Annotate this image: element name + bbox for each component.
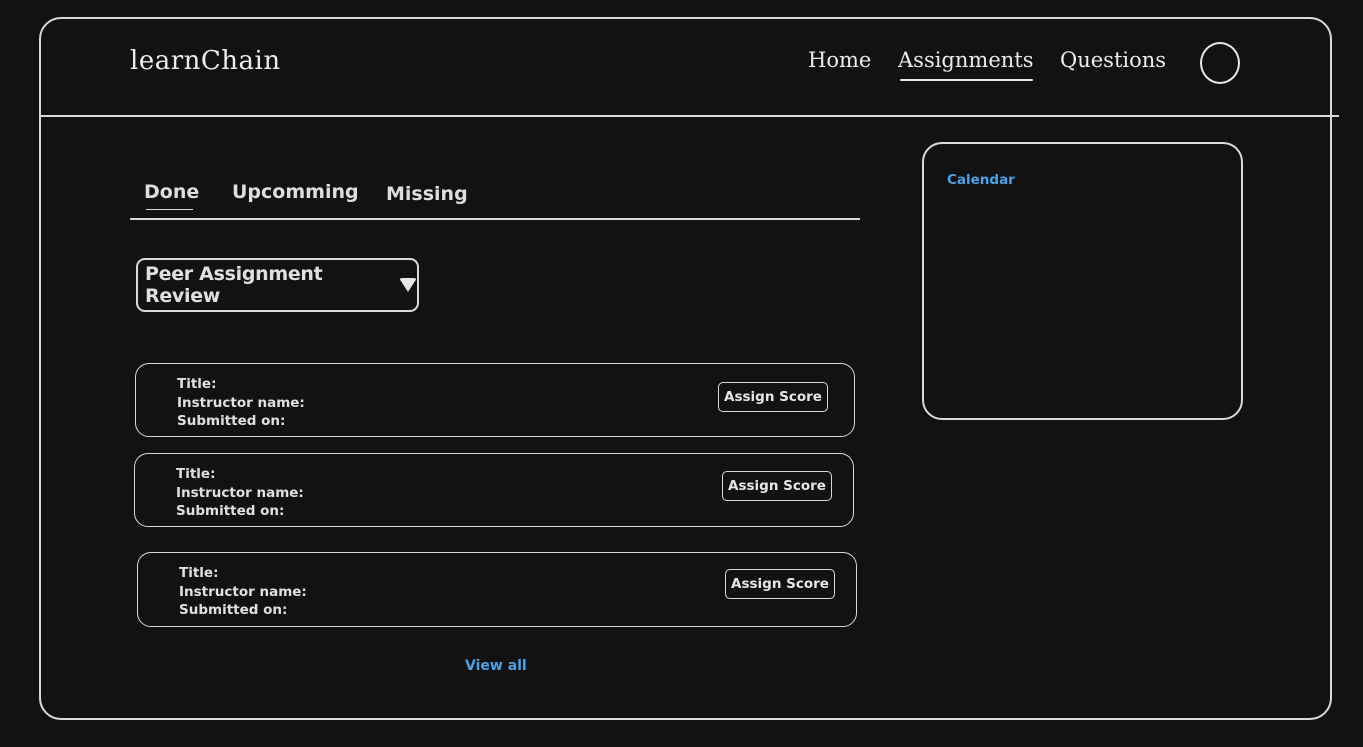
header-divider [39,115,1339,117]
card-submitted-label: Submitted on: [177,413,286,429]
tab-done[interactable]: Done [144,181,199,203]
dropdown-label: Peer Assignment Review [145,263,323,307]
assignment-type-dropdown[interactable]: Peer Assignment Review [136,258,419,312]
calendar-panel: Calendar [922,142,1243,420]
view-all-link[interactable]: View all [465,658,527,674]
tab-upcoming[interactable]: Upcomming [232,181,359,203]
card-submitted-label: Submitted on: [179,602,288,618]
card-title-label: Title: [176,466,216,482]
assignment-card: Title: Instructor name: Submitted on: As… [135,363,855,437]
nav-questions[interactable]: Questions [1060,48,1166,72]
card-instructor-label: Instructor name: [179,583,307,600]
card-title-label: Title: [177,376,217,392]
card-fields: Title: Instructor name: Submitted on: [179,564,307,620]
card-fields: Title: Instructor name: Submitted on: [176,465,304,521]
assignment-card: Title: Instructor name: Submitted on: As… [137,552,857,627]
tab-active-underline [146,209,193,210]
tabs-divider [130,218,860,220]
nav-assignments[interactable]: Assignments [898,48,1034,72]
avatar[interactable] [1200,42,1240,84]
assign-score-button[interactable]: Assign Score [722,471,832,501]
card-title-label: Title: [179,565,219,581]
assignment-card: Title: Instructor name: Submitted on: As… [134,453,854,527]
card-submitted-label: Submitted on: [176,503,285,519]
card-instructor-label: Instructor name: [177,394,305,411]
calendar-link[interactable]: Calendar [947,172,1015,188]
card-fields: Title: Instructor name: Submitted on: [177,375,305,431]
caret-down-icon [399,278,417,292]
assign-score-button[interactable]: Assign Score [725,569,835,599]
nav-active-underline [900,79,1033,81]
tab-missing[interactable]: Missing [386,183,468,205]
card-instructor-label: Instructor name: [176,484,304,501]
nav-home[interactable]: Home [808,48,871,72]
app-logo[interactable]: learnChain [130,46,281,76]
assign-score-button[interactable]: Assign Score [718,382,828,412]
